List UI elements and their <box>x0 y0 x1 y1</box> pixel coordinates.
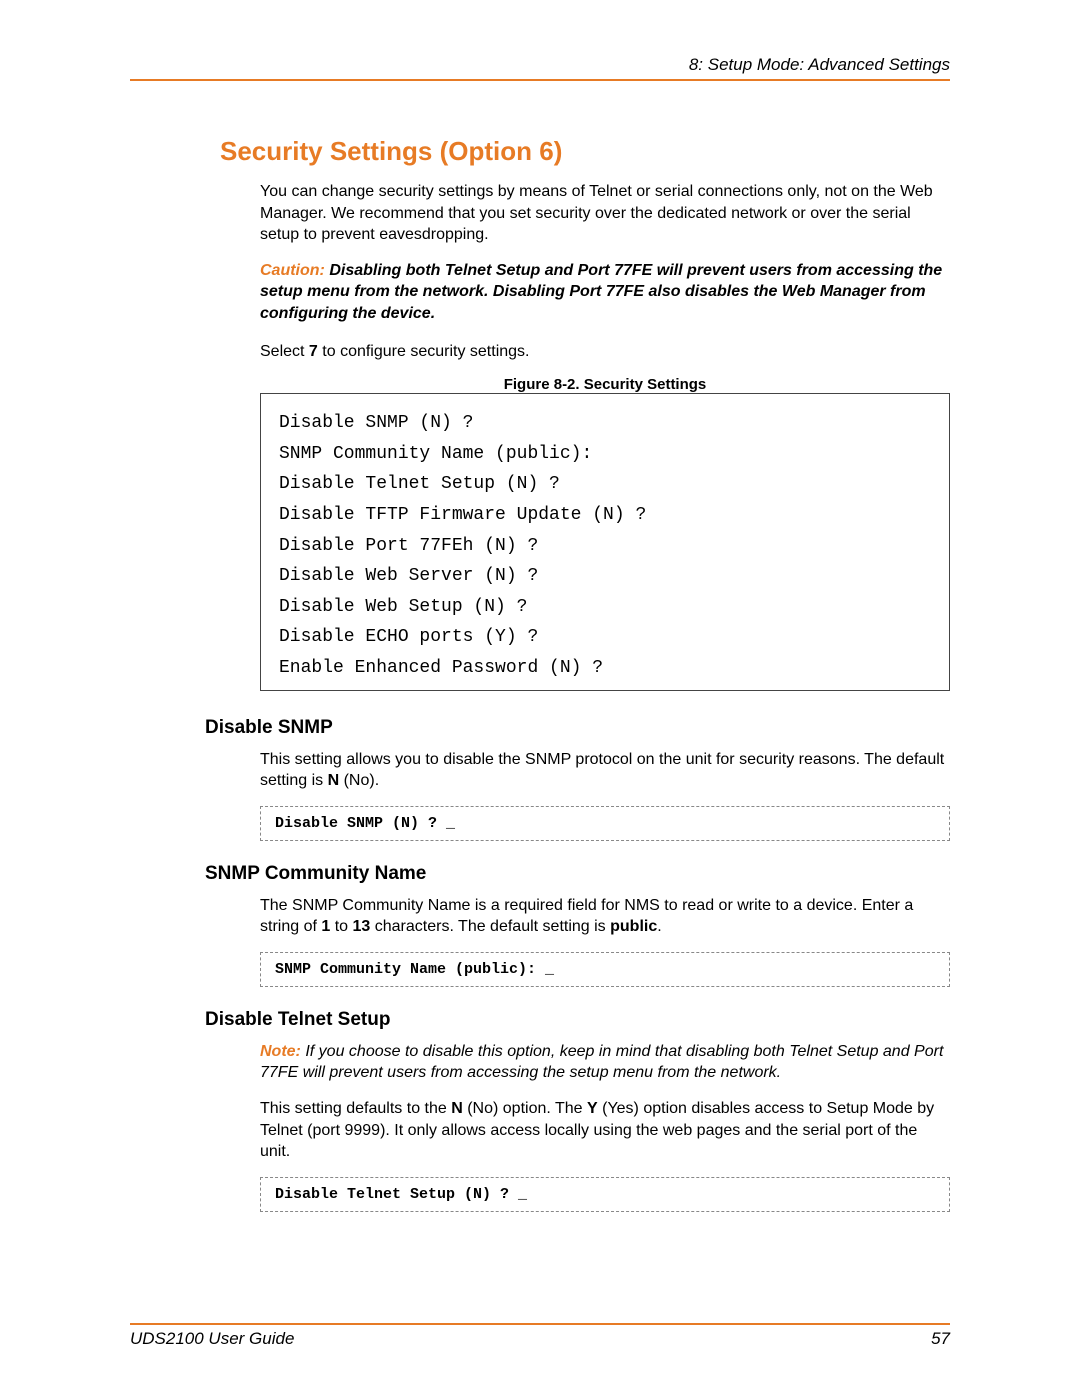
figure-line: Disable Telnet Setup (N) ? <box>279 469 931 500</box>
figure-line: Disable Web Setup (N) ? <box>279 592 931 623</box>
subhead-disable-snmp: Disable SNMP <box>205 717 950 739</box>
caution-block: Caution: Disabling both Telnet Setup and… <box>260 260 950 325</box>
figure-line: Disable ECHO ports (Y) ? <box>279 622 931 653</box>
select7-paragraph: Select 7 to configure security settings. <box>260 341 950 363</box>
subhead-snmp-community: SNMP Community Name <box>205 863 950 885</box>
figure-box: Disable SNMP (N) ? SNMP Community Name (… <box>260 393 950 690</box>
prompt-snmp-community: SNMP Community Name (public): _ <box>260 952 950 987</box>
disable-telnet-paragraph: This setting defaults to the N (No) opti… <box>260 1098 950 1163</box>
footer: UDS2100 User Guide 57 <box>130 1323 950 1349</box>
disable-snmp-paragraph: This setting allows you to disable the S… <box>260 749 950 792</box>
figure-line: Enable Enhanced Password (N) ? <box>279 653 931 684</box>
subhead-disable-telnet: Disable Telnet Setup <box>205 1009 950 1031</box>
figure-line: Disable Port 77FEh (N) ? <box>279 531 931 562</box>
figure-caption: Figure 8-2. Security Settings <box>260 376 950 393</box>
note-text: If you choose to disable this option, ke… <box>260 1043 943 1082</box>
footer-page-number: 57 <box>931 1329 950 1349</box>
section-title: Security Settings (Option 6) <box>220 136 950 167</box>
figure-line: SNMP Community Name (public): <box>279 439 931 470</box>
figure-line: Disable Web Server (N) ? <box>279 561 931 592</box>
intro-paragraph: You can change security settings by mean… <box>260 181 950 246</box>
note-block: Note: If you choose to disable this opti… <box>260 1041 950 1084</box>
snmp-community-paragraph: The SNMP Community Name is a required fi… <box>260 895 950 938</box>
caution-label: Caution: <box>260 262 325 279</box>
page: 8: Setup Mode: Advanced Settings Securit… <box>0 0 1080 1397</box>
running-head: 8: Setup Mode: Advanced Settings <box>130 55 950 81</box>
footer-guide: UDS2100 User Guide <box>130 1329 294 1349</box>
prompt-disable-telnet: Disable Telnet Setup (N) ? _ <box>260 1177 950 1212</box>
figure-line: Disable TFTP Firmware Update (N) ? <box>279 500 931 531</box>
figure-line: Disable SNMP (N) ? <box>279 408 931 439</box>
note-label: Note: <box>260 1043 301 1060</box>
prompt-disable-snmp: Disable SNMP (N) ? _ <box>260 806 950 841</box>
caution-text: Disabling both Telnet Setup and Port 77F… <box>260 262 942 322</box>
